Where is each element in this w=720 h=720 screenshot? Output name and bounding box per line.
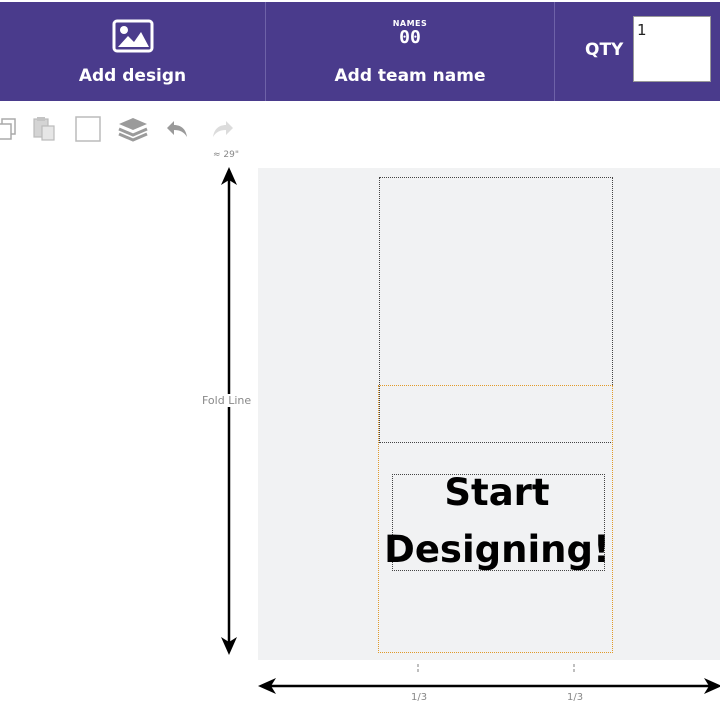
add-team-name-button[interactable]: NAMES 00 Add team name (266, 2, 554, 101)
copy-button[interactable] (0, 112, 24, 146)
layers-button[interactable] (116, 112, 150, 146)
undo-icon (167, 121, 187, 137)
undo-button[interactable] (160, 112, 194, 146)
add-design-label: Add design (78, 66, 187, 86)
select-box-button[interactable] (71, 112, 105, 146)
add-design-button[interactable]: Add design (0, 2, 265, 101)
tick-label-left: 1/3 (411, 692, 428, 703)
add-team-name-label: Add team name (334, 66, 486, 86)
width-ruler (258, 664, 720, 694)
qty-label: QTY (585, 40, 624, 60)
paste-button[interactable] (27, 112, 61, 146)
top-toolbar: Add design NAMES 00 Add team name QTY 1 (0, 2, 720, 101)
start-line-1: Start (444, 471, 550, 514)
redo-button[interactable] (206, 112, 240, 146)
quantity-group: QTY 1 (555, 2, 720, 101)
tick-label-right: 1/3 (567, 692, 584, 703)
fold-line-label: Fold Line (202, 394, 252, 407)
team-icon-number: 00 (399, 27, 421, 48)
copy-icon (0, 118, 16, 140)
image-icon (112, 19, 153, 53)
start-designing-text[interactable]: Start Designing! (380, 464, 614, 578)
height-ruler (221, 167, 237, 655)
team-name-icon: NAMES 00 (393, 20, 428, 47)
redo-icon (213, 121, 233, 137)
select-box-icon (75, 116, 101, 142)
height-label: ≈ 29" (213, 150, 239, 160)
paste-icon (33, 117, 55, 141)
quantity-input[interactable]: 1 (633, 16, 711, 82)
start-line-2: Designing! (384, 528, 610, 571)
layers-icon (118, 118, 148, 142)
